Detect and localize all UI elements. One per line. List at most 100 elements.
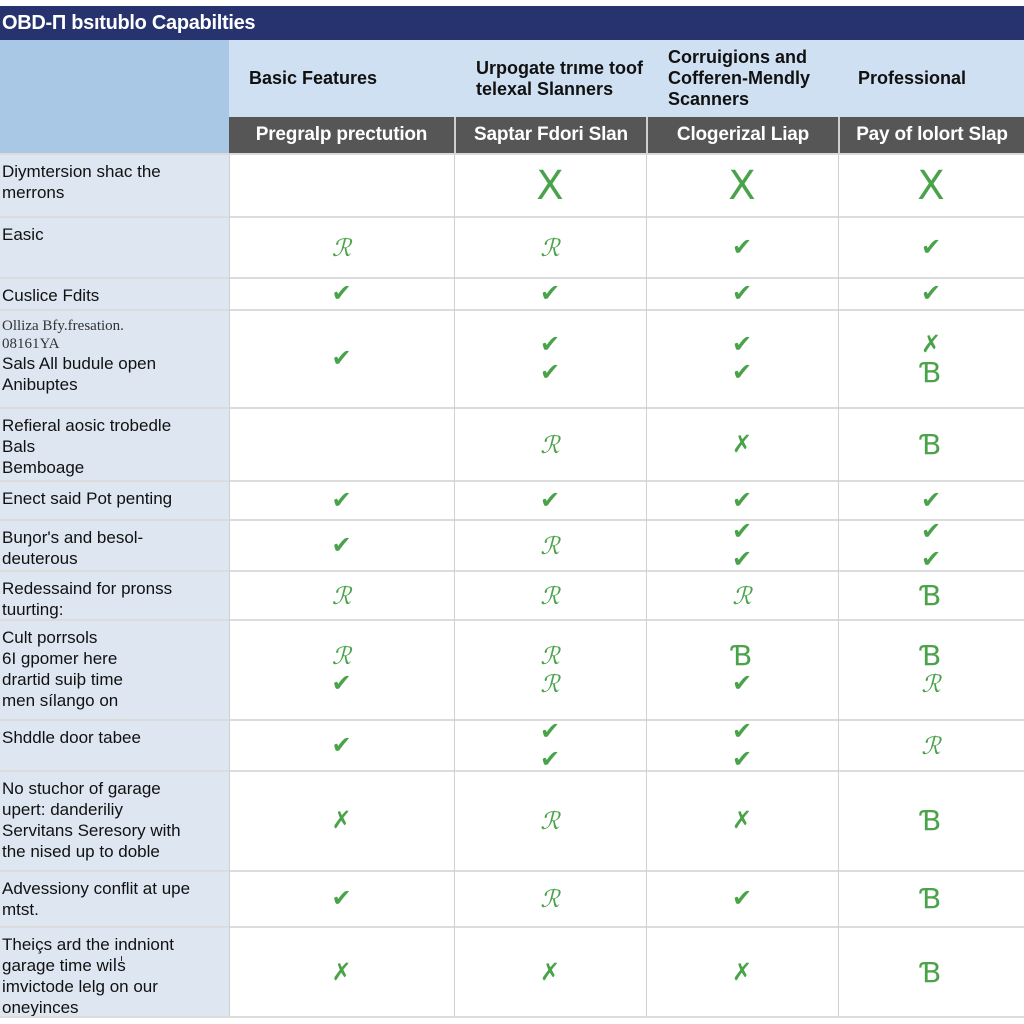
check-mark-icon: ✔ — [920, 280, 942, 307]
table-cell: ✗ Ɓ — [838, 311, 1024, 407]
row-label-line: Advessiony conflit at upe — [2, 879, 191, 898]
table-bottom-border — [0, 1016, 1024, 1018]
table-cell: ✔ ✔ — [454, 719, 646, 771]
row-label: Buŋor's and besol-deuterous — [0, 521, 229, 570]
check-mark-icon: ✔ — [331, 280, 352, 307]
table-cell: ✔ — [229, 482, 454, 519]
row-label-line: Servitans Seresory with — [2, 821, 181, 840]
scribbled-check-icon: ℛ — [921, 731, 941, 760]
column-header-label: Professional — [858, 68, 967, 88]
table-cell: ✔ — [229, 521, 454, 570]
check-mark-icon: ✔ — [331, 885, 352, 912]
check-mark-icon: ✔ — [539, 280, 561, 307]
check-mark-icon: ✔ — [731, 280, 753, 307]
table-cell: ℛ — [454, 572, 646, 619]
table-row: Shddle door tabee ✔ ✔ ✔ ✔ ✔ ℛ — [0, 719, 1024, 773]
scribbled-check-icon: ℛ — [540, 430, 560, 459]
row-label: Diymtersion shac the merrons — [0, 155, 229, 216]
row-label-note: Olliza Bfy.fresation. — [2, 318, 124, 334]
check-mark-icon: ✔ — [331, 345, 352, 372]
table-cell: Ɓℛ — [838, 621, 1024, 719]
table-cell: Ɓ — [838, 872, 1024, 926]
row-label-line: drartid suiþ time — [2, 670, 123, 689]
table-cell: ℛ — [454, 409, 646, 480]
column-divider — [646, 153, 647, 1018]
table-cell: X — [454, 155, 646, 216]
table-row: Cuslice Fdits ✔ ✔ ✔ ✔ — [0, 277, 1024, 309]
row-label-line: Theiçs ard the indniont — [2, 935, 174, 954]
row-label-line: garage time wilٰs — [2, 956, 126, 975]
column-header-label: Corruigions and Cofferen-Mendly Scanners — [668, 47, 811, 109]
check-mark-icon: ✔ — [331, 731, 352, 759]
x-mark-icon: ✗ — [539, 959, 561, 986]
loop-mark-icon: Ɓ — [920, 882, 942, 915]
table-cell: Ɓ — [838, 572, 1024, 619]
table-cell: ℛ — [454, 218, 646, 277]
check-mark-icon: ✔ — [920, 545, 942, 573]
loop-mark-icon: Ɓ — [920, 578, 942, 612]
row-label-line: men sílango on — [2, 691, 119, 710]
table-cell: ✗ — [646, 409, 838, 480]
column-divider — [838, 153, 839, 1018]
x-mark-icon: ✗ — [331, 959, 352, 986]
table-row: Cult porrsols 6I gpomer here drartid suiþ … — [0, 619, 1024, 719]
column-header-professional: Professional — [838, 40, 1024, 117]
table-cell: ✗ — [229, 928, 454, 1018]
table-row: Easic ℛ ℛ ✔ ✔ — [0, 216, 1024, 277]
table-cell: ✗ — [454, 928, 646, 1018]
table-cell — [229, 155, 454, 216]
column-header-basic: Basic Features — [229, 40, 454, 117]
table-cell: Ɓ — [838, 409, 1024, 480]
scribbled-check-icon: ℛ — [331, 581, 352, 610]
column-divider — [229, 153, 230, 1018]
table-cell: ✔ — [646, 872, 838, 926]
row-label-line: Cult porrsols — [2, 628, 98, 647]
row-label: Olliza Bfy.fresation. 08161YA Sals All bud… — [0, 311, 229, 407]
row-label: Cuslice Fdits — [0, 279, 229, 309]
column-subheader: Pay of lolort Slap — [838, 117, 1024, 153]
column-divider — [454, 153, 455, 1018]
row-label-line: Buŋor's and besol- — [2, 528, 144, 547]
row-label-line: Diymtersion shac the — [2, 162, 161, 181]
row-label-line: deuterous — [2, 549, 78, 568]
row-label-line: Redessaind for pronss — [2, 579, 173, 598]
table-row: Olliza Bfy.fresation. 08161YA Sals All bud… — [0, 309, 1024, 407]
table-row: Theiçs ard the indniont garage time wilٰs… — [0, 926, 1024, 1018]
table-cell: ✔ ✔ — [646, 311, 838, 407]
loop-mark-icon: Ɓ — [920, 956, 942, 989]
row-label: Advessiony conflit at upe mtst. — [0, 872, 229, 926]
table-cell: X — [838, 155, 1024, 216]
table-cell: ✔ — [229, 279, 454, 309]
table-cell: ✔ ✔ — [646, 519, 838, 571]
check-mark-icon: ✔ — [920, 486, 942, 514]
table-cell: ℛ — [454, 521, 646, 570]
row-label-line: 6I gpomer here — [2, 649, 118, 668]
scribbled-check-icon: ℛ — [331, 233, 352, 262]
row-label-line: mtst. — [2, 900, 39, 919]
row-label-line: Enect said Pot penting — [2, 489, 173, 508]
row-label: Cult porrsols 6I gpomer here drartid suiþ … — [0, 621, 229, 719]
table-cell: ✔ — [838, 482, 1024, 519]
check-mark-icon: ✔ — [731, 885, 753, 912]
scribbled-check-icon: ℛ — [921, 670, 941, 698]
x-mark-icon: X — [917, 162, 945, 209]
x-mark-icon: X — [536, 162, 564, 209]
check-mark-icon: ✔ — [731, 745, 753, 773]
column-header-label: Urpogate trıme toof telexal Slanners — [476, 57, 644, 99]
row-label: Easic — [0, 218, 229, 277]
column-subheader: Clogerizal Liap — [646, 117, 838, 153]
scribbled-check-icon: ℛ — [331, 642, 352, 670]
table-row: Advessiony conflit at upe mtst. ✔ ℛ ✔ Ɓ — [0, 870, 1024, 926]
table-row: Buŋor's and besol-deuterous ✔ ℛ ✔ ✔ ✔ ✔ — [0, 519, 1024, 573]
row-label-line: Bemboage — [2, 458, 85, 477]
table-row: Diymtersion shac the merrons X X X — [0, 153, 1024, 216]
row-label-line: oneyinces — [2, 998, 79, 1017]
scribbled-check-icon: ℛ — [732, 581, 752, 610]
row-label-line: Cuslice Fdits — [2, 286, 100, 305]
table-cell: ℛ — [454, 772, 646, 870]
table-cell: ℛℛ — [454, 621, 646, 719]
row-label: Enect said Pot penting — [0, 482, 229, 519]
x-mark-icon: ✗ — [731, 430, 753, 458]
check-mark-icon: ✔ — [331, 531, 352, 559]
table-cell: Ɓ — [838, 772, 1024, 870]
